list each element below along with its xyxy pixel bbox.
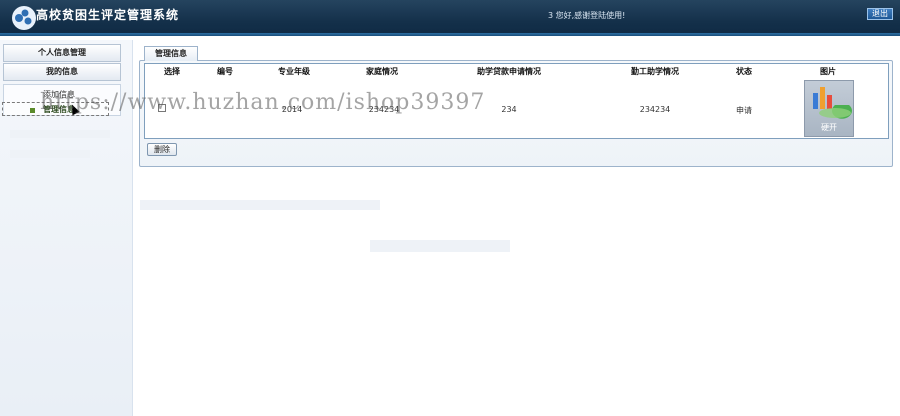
watermark-text: https://www.huzhan.com/ishop39397: [40, 90, 486, 115]
welcome-text: 3 您好,感谢登陆使用!: [548, 11, 626, 20]
app-logo-icon: [12, 6, 36, 30]
column-header-family: 家庭情况: [366, 67, 398, 76]
column-header-major-grade: 专业年级: [278, 67, 310, 76]
column-header-image: 图片: [820, 67, 836, 76]
column-header-loan: 助学贷款申请情况: [477, 67, 541, 76]
sidebar-section-my-info[interactable]: 我的信息: [3, 63, 121, 81]
column-header-select: 选择: [164, 67, 180, 76]
image-caption: 硬开: [821, 123, 837, 132]
bullet-icon: [30, 108, 35, 113]
row-image-thumbnail[interactable]: 硬开: [804, 80, 854, 137]
sidebar-section-personal-info[interactable]: 个人信息管理: [3, 44, 121, 62]
cell-loan: 234: [501, 105, 517, 114]
tab-manage-info[interactable]: 管理信息: [144, 46, 198, 61]
cell-work-study: 234234: [639, 105, 671, 114]
chart-image-icon: [813, 87, 852, 119]
column-header-status: 状态: [736, 67, 752, 76]
background-ghost: [140, 200, 380, 210]
background-ghost: [10, 130, 110, 138]
app-title: 高校贫困生评定管理系统: [36, 8, 180, 22]
background-ghost: [370, 240, 510, 252]
column-header-work-study: 勤工助学情况: [631, 67, 679, 76]
logout-button[interactable]: 退出: [867, 8, 893, 20]
top-header: 高校贫困生评定管理系统 3 您好,感谢登陆使用! 退出: [0, 0, 900, 36]
delete-button[interactable]: 删除: [147, 143, 177, 156]
status-badge: 申请: [736, 106, 752, 115]
background-ghost: [10, 150, 90, 158]
column-header-id: 编号: [217, 67, 233, 76]
